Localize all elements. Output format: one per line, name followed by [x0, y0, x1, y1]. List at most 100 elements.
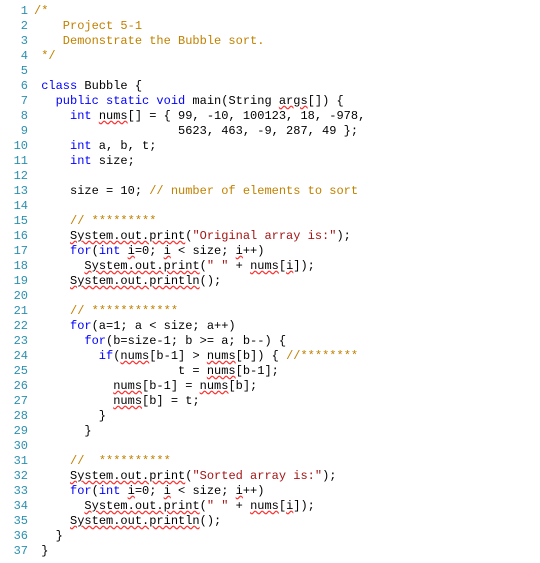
token: //********: [286, 349, 358, 363]
token: nums: [120, 349, 149, 363]
code-line: 11 int size;: [6, 154, 540, 169]
code-line: 20: [6, 289, 540, 304]
token: ();: [200, 514, 222, 528]
code-line: 10 int a, b, t;: [6, 139, 540, 154]
token: if: [34, 349, 113, 363]
token: (: [200, 499, 207, 513]
line-number: 20: [6, 289, 34, 304]
line-number: 9: [6, 124, 34, 139]
token: nums: [250, 499, 279, 513]
line-code: Project 5-1: [34, 19, 540, 34]
token: );: [322, 469, 336, 483]
line-code: int size;: [34, 154, 540, 169]
token: nums: [200, 379, 229, 393]
token: =0;: [135, 484, 164, 498]
token: nums: [113, 394, 142, 408]
line-number: 35: [6, 514, 34, 529]
line-number: 36: [6, 529, 34, 544]
line-number: 22: [6, 319, 34, 334]
token: }: [34, 529, 63, 543]
line-code: [34, 199, 540, 214]
code-line: 29 }: [6, 424, 540, 439]
token: [34, 229, 70, 243]
token: t =: [34, 364, 207, 378]
line-code: System.out.print(" " + nums[i]);: [34, 499, 540, 514]
code-line: 21 // ************: [6, 304, 540, 319]
token: [b-1] =: [142, 379, 200, 393]
line-number: 4: [6, 49, 34, 64]
token: [34, 304, 70, 318]
code-line: 25 t = nums[b-1];: [6, 364, 540, 379]
line-number: 16: [6, 229, 34, 244]
code-line: 8 int nums[] = { 99, -10, 100123, 18, -9…: [6, 109, 540, 124]
token: i: [128, 244, 135, 258]
token: // ************: [70, 304, 178, 318]
token: [b] = t;: [142, 394, 200, 408]
token: [34, 214, 70, 228]
line-code: System.out.print(" " + nums[i]);: [34, 259, 540, 274]
token: // number of elements to sort: [149, 184, 358, 198]
token: main(String: [185, 94, 279, 108]
token: System.out.print: [84, 259, 199, 273]
line-code: // ************: [34, 304, 540, 319]
line-number: 10: [6, 139, 34, 154]
line-number: 26: [6, 379, 34, 394]
token: "Sorted array is:": [192, 469, 322, 483]
code-line: 6 class Bubble {: [6, 79, 540, 94]
line-code: nums[b] = t;: [34, 394, 540, 409]
token: nums: [207, 364, 236, 378]
token: int: [99, 244, 121, 258]
line-code: size = 10; // number of elements to sort: [34, 184, 540, 199]
token: a, b, t;: [92, 139, 157, 153]
token: for: [34, 484, 92, 498]
token: [b];: [228, 379, 257, 393]
code-line: 32 System.out.print("Sorted array is:");: [6, 469, 540, 484]
line-number: 24: [6, 349, 34, 364]
line-code: [34, 439, 540, 454]
token: [120, 244, 127, 258]
token: System.out.println: [70, 274, 200, 288]
code-line: 26 nums[b-1] = nums[b];: [6, 379, 540, 394]
token: }: [34, 544, 48, 558]
token: ]);: [293, 499, 315, 513]
line-number: 17: [6, 244, 34, 259]
token: }: [34, 424, 92, 438]
token: nums: [113, 379, 142, 393]
token: [34, 379, 113, 393]
line-number: 14: [6, 199, 34, 214]
code-line: 37 }: [6, 544, 540, 559]
token: i: [128, 484, 135, 498]
token: (: [200, 259, 207, 273]
token: [120, 484, 127, 498]
code-line: 5: [6, 64, 540, 79]
token: [: [279, 259, 286, 273]
token: // **********: [70, 454, 171, 468]
token: " ": [207, 259, 229, 273]
token: < size;: [171, 244, 236, 258]
line-number: 23: [6, 334, 34, 349]
token: =0;: [135, 244, 164, 258]
line-number: 2: [6, 19, 34, 34]
code-line: 15 // *********: [6, 214, 540, 229]
token: System.out.print: [84, 499, 199, 513]
line-number: 21: [6, 304, 34, 319]
line-code: int nums[] = { 99, -10, 100123, 18, -978…: [34, 109, 540, 124]
token: nums: [250, 259, 279, 273]
line-number: 27: [6, 394, 34, 409]
code-line: 18 System.out.print(" " + nums[i]);: [6, 259, 540, 274]
token: class: [34, 79, 77, 93]
token: nums: [207, 349, 236, 363]
line-number: 32: [6, 469, 34, 484]
line-code: }: [34, 544, 540, 559]
token: [34, 499, 84, 513]
code-line: 30: [6, 439, 540, 454]
token: );: [336, 229, 350, 243]
code-line: 24 if(nums[b-1] > nums[b]) { //********: [6, 349, 540, 364]
token: Project 5-1: [34, 19, 142, 33]
line-code: for(a=1; a < size; a++): [34, 319, 540, 334]
line-number: 29: [6, 424, 34, 439]
token: ++): [243, 244, 265, 258]
line-code: */: [34, 49, 540, 64]
token: +: [228, 499, 250, 513]
token: [34, 469, 70, 483]
